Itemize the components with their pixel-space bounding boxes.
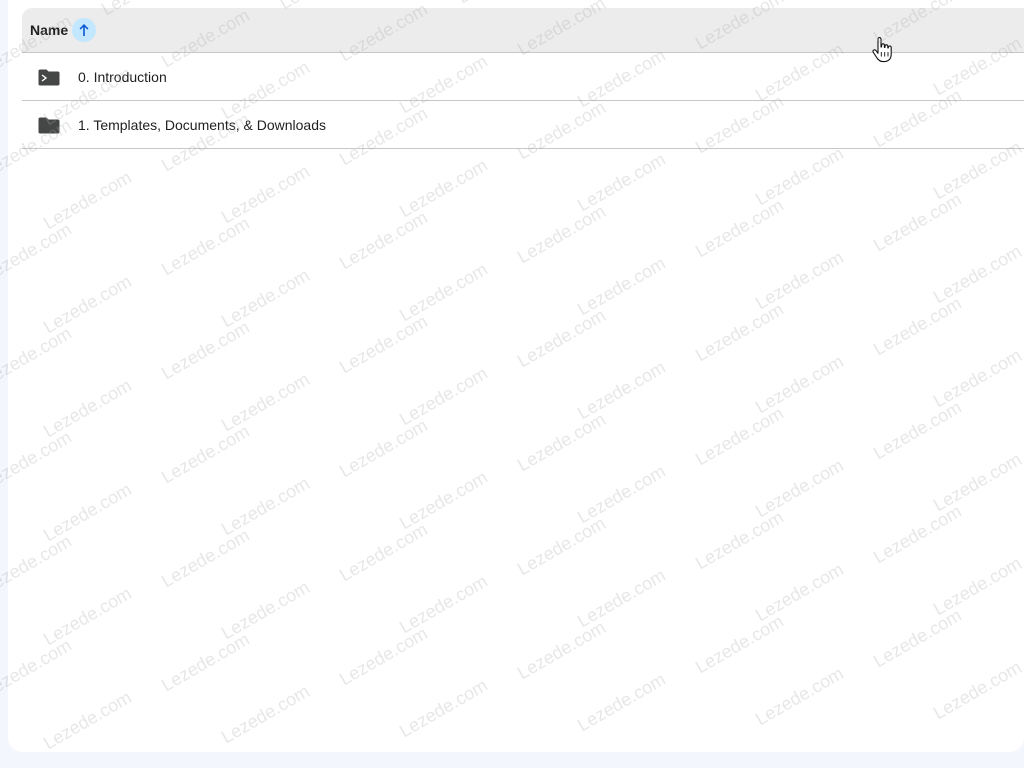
folder-icon [38, 114, 60, 136]
list-item-label: 0. Introduction [78, 68, 167, 85]
name-column-header[interactable]: Name [30, 22, 68, 38]
sort-direction-button[interactable] [72, 18, 97, 42]
arrow-up-icon [79, 24, 89, 36]
hand-pointer-cursor-icon [872, 37, 892, 63]
folder-icon [38, 66, 60, 88]
file-list: Name 0. Introduction 1. Templates, Docum… [22, 8, 1024, 149]
list-item-label: 1. Templates, Documents, & Downloads [78, 116, 326, 133]
app-frame: Name 0. Introduction 1. Templates, Docum… [0, 0, 1024, 768]
list-item[interactable]: 1. Templates, Documents, & Downloads [22, 101, 1024, 149]
file-list-panel: Name 0. Introduction 1. Templates, Docum… [8, 0, 1024, 752]
